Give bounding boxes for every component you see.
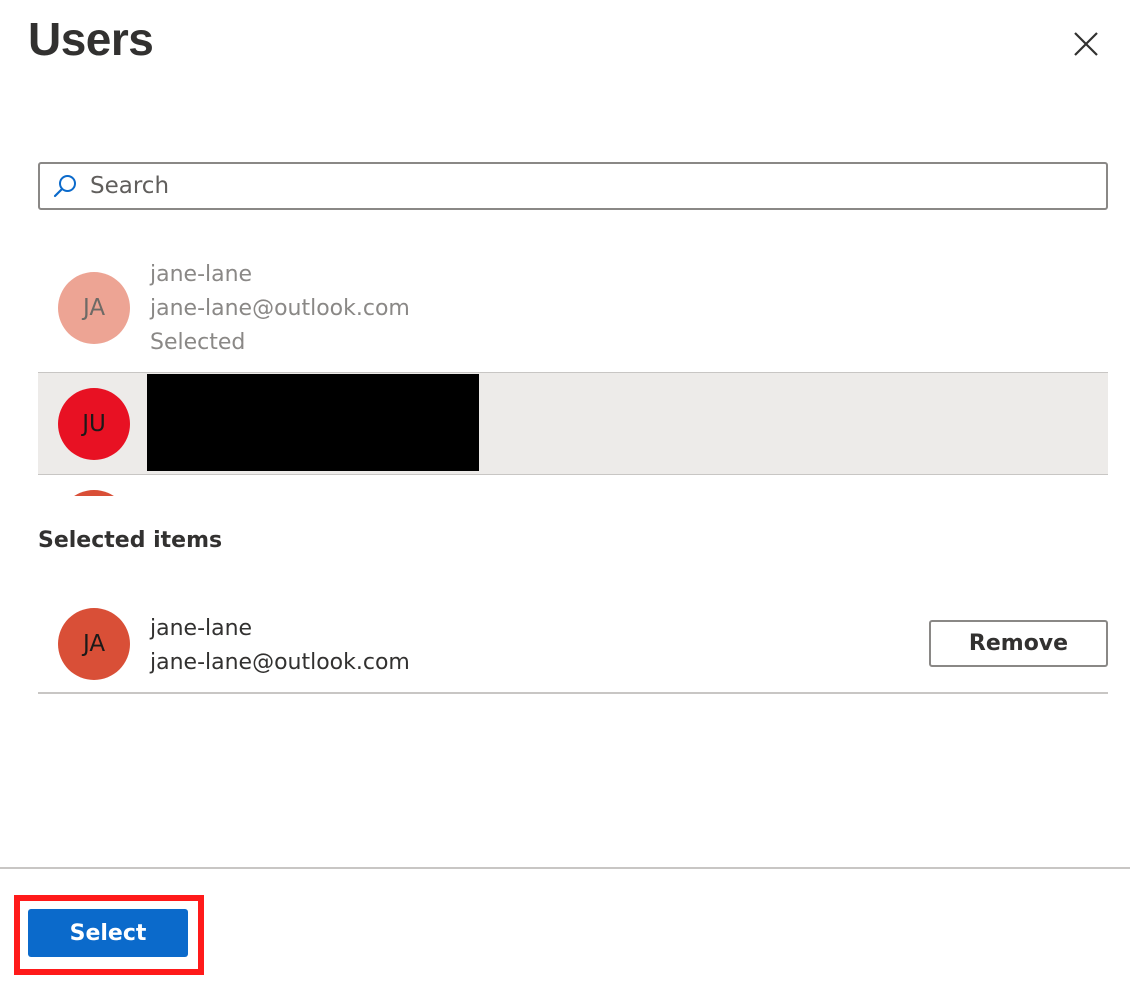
results-list: JA jane-lane jane-lane@outlook.com Selec… [38, 252, 1108, 496]
users-picker-panel: Users JA jane-lane jane-lane@outlook.com… [0, 0, 1130, 986]
avatar [58, 490, 130, 496]
close-icon [1074, 32, 1098, 56]
redacted-user-details [147, 374, 479, 471]
search-box[interactable] [38, 162, 1108, 210]
footer-divider [0, 867, 1130, 869]
remove-button[interactable]: Remove [929, 620, 1108, 667]
user-details: jane-lane jane-lane@outlook.com [150, 612, 410, 680]
avatar: JA [58, 272, 130, 344]
avatar-initials: JA [82, 295, 106, 321]
close-button[interactable] [1068, 26, 1104, 62]
avatar-initials: JA [82, 631, 106, 657]
user-name: jane-lane [150, 616, 253, 641]
select-button[interactable]: Select [28, 909, 188, 957]
user-email: jane-lane@outlook.com [150, 650, 410, 675]
search-input[interactable] [88, 172, 1052, 200]
user-details: jane-lane jane-lane@outlook.com Selected [150, 258, 410, 360]
avatar: JA [58, 608, 130, 680]
panel-title: Users [28, 13, 154, 65]
user-name: jane-lane [150, 262, 253, 287]
avatar-initials: JU [82, 411, 106, 437]
selected-items-heading: Selected items [38, 528, 223, 553]
search-icon [53, 175, 76, 198]
selected-item: JA jane-lane jane-lane@outlook.com Remov… [38, 596, 1108, 694]
list-item[interactable]: JU [38, 372, 1108, 475]
user-email: jane-lane@outlook.com [150, 296, 410, 321]
list-item[interactable]: JA jane-lane jane-lane@outlook.com Selec… [38, 252, 1108, 372]
selected-status: Selected [150, 330, 246, 355]
avatar: JU [58, 388, 130, 460]
